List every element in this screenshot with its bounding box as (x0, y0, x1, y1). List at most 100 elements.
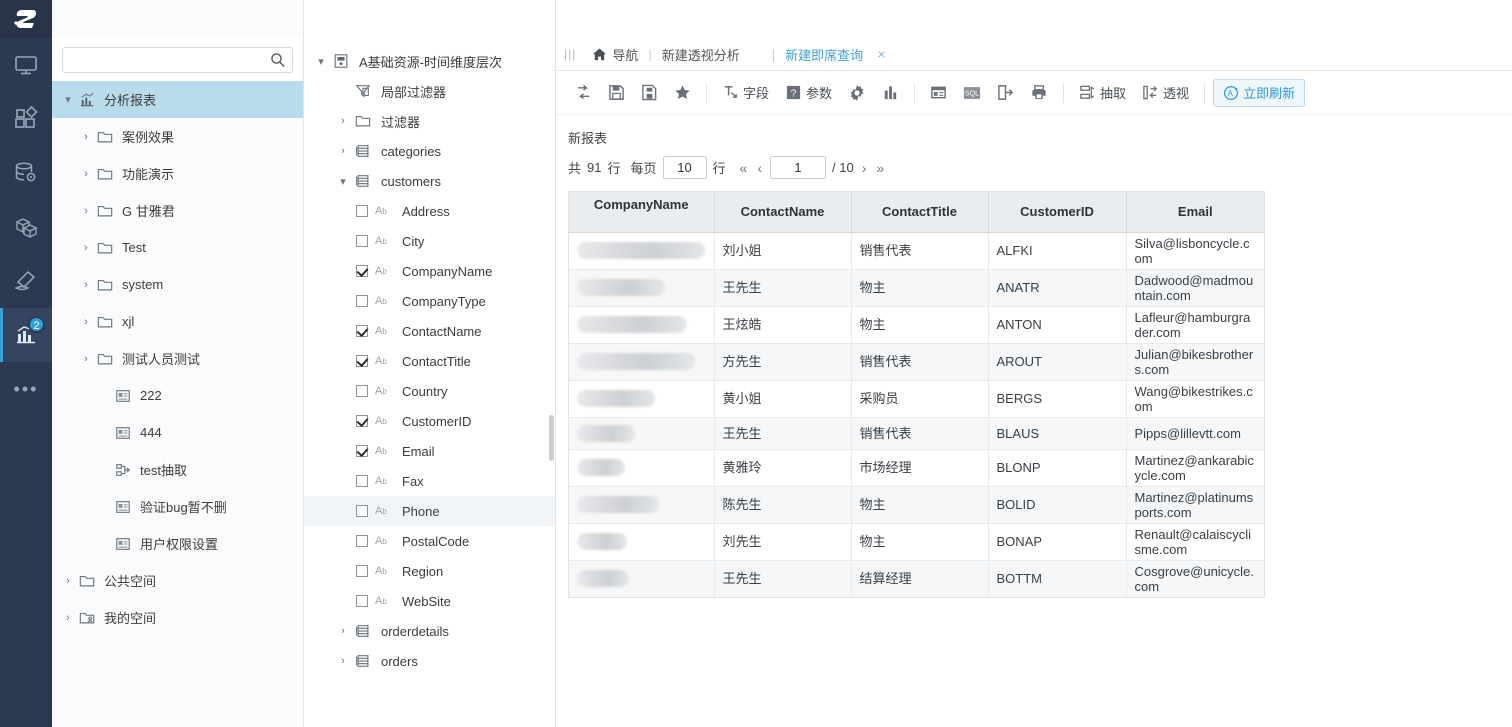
field-item-11[interactable]: Ab Country (304, 376, 555, 406)
breadcrumb-home[interactable]: 导航 (584, 45, 646, 64)
table-col-header-CompanyName[interactable]: CompanyName (569, 192, 715, 233)
rail-item-model[interactable] (0, 200, 52, 254)
sidebar-item-2[interactable]: › 功能演示 (52, 155, 303, 192)
sidebar-item-9[interactable]: 444 (52, 414, 303, 451)
panel-toggle-handle-icon[interactable]: ||| (562, 47, 584, 61)
sidebar-item-1[interactable]: › 案例效果 (52, 118, 303, 155)
field-item-7[interactable]: Ab CompanyName (304, 256, 555, 286)
sidebar-item-8[interactable]: 222 (52, 377, 303, 414)
field-checkbox[interactable] (356, 205, 368, 217)
layout-button[interactable] (923, 78, 954, 108)
sidebar-item-0[interactable]: ▾ 分析报表 (52, 81, 303, 118)
rail-item-data[interactable] (0, 146, 52, 200)
table-row[interactable]: 陈先生 物主 BOLID Martinez@platinumsports.com (569, 486, 1264, 524)
breadcrumb-item-adhoc[interactable]: 新建即席查询 (777, 45, 871, 64)
field-item-8[interactable]: Ab CompanyType (304, 286, 555, 316)
refresh-now-button[interactable]: A 立即刷新 (1213, 78, 1306, 107)
sql-button[interactable]: SQL (956, 78, 988, 108)
field-checkbox[interactable] (356, 415, 368, 427)
table-row[interactable]: 王先生 结算经理 BOTTM Cosgrove@unicycle.com (569, 560, 1264, 597)
print-button[interactable] (1023, 78, 1055, 108)
app-logo[interactable] (0, 0, 52, 38)
sidebar-item-6[interactable]: › xjl (52, 303, 303, 340)
field-checkbox[interactable] (356, 385, 368, 397)
field-item-19[interactable]: › orderdetails (304, 616, 555, 646)
sidebar-item-10[interactable]: test抽取 (52, 451, 303, 488)
field-item-13[interactable]: Ab Email (304, 436, 555, 466)
per-page-input[interactable] (662, 156, 707, 179)
save-button[interactable] (601, 78, 632, 108)
chevron-right-icon[interactable]: › (334, 625, 352, 637)
field-item-0[interactable]: ▾ A基础资源-时间维度层次 (304, 46, 555, 76)
field-checkbox[interactable] (356, 535, 368, 547)
chevron-right-icon[interactable]: › (60, 575, 76, 587)
chevron-right-icon[interactable]: › (334, 115, 352, 127)
table-row[interactable]: 王先生 物主 ANATR Dadwood@madmountain.com (569, 269, 1264, 307)
chevron-right-icon[interactable]: › (334, 655, 352, 667)
field-item-20[interactable]: › orders (304, 646, 555, 676)
chevron-right-icon[interactable]: › (334, 145, 352, 157)
rail-item-more[interactable]: ••• (0, 362, 52, 416)
table-row[interactable]: 黄小姐 采购员 BERGS Wang@bikestrikes.com (569, 380, 1264, 418)
rail-item-analysis[interactable]: 2 (0, 308, 52, 362)
chevron-right-icon[interactable]: › (78, 131, 94, 143)
field-item-17[interactable]: Ab Region (304, 556, 555, 586)
field-checkbox[interactable] (356, 475, 368, 487)
chevron-right-icon[interactable]: › (78, 353, 94, 365)
field-checkbox[interactable] (356, 595, 368, 607)
field-item-18[interactable]: Ab WebSite (304, 586, 555, 616)
page-number-input[interactable] (770, 156, 826, 179)
favorite-button[interactable] (667, 78, 698, 108)
chevron-right-icon[interactable]: › (78, 316, 94, 328)
pivot-button[interactable]: 透视 (1135, 78, 1196, 108)
breadcrumb-item-pivot[interactable]: 新建透视分析 (654, 45, 748, 64)
table-row[interactable]: 方先生 销售代表 AROUT Julian@bikesbrothers.com (569, 343, 1264, 381)
field-item-3[interactable]: › categories (304, 136, 555, 166)
field-item-4[interactable]: ▾ customers (304, 166, 555, 196)
last-page-button[interactable]: » (874, 160, 886, 176)
chevron-right-icon[interactable]: › (78, 205, 94, 217)
table-row[interactable]: 王炫皓 物主 ANTON Lafleur@hamburgrader.com (569, 306, 1264, 344)
field-checkbox[interactable] (356, 565, 368, 577)
chevron-down-icon[interactable]: ▾ (312, 55, 330, 68)
chevron-down-icon[interactable]: ▾ (60, 93, 76, 106)
field-checkbox[interactable] (356, 295, 368, 307)
field-checkbox[interactable] (356, 325, 368, 337)
sidebar-item-12[interactable]: 用户权限设置 (52, 525, 303, 562)
field-checkbox[interactable] (356, 505, 368, 517)
rail-item-apps[interactable] (0, 92, 52, 146)
sidebar-item-5[interactable]: › system (52, 266, 303, 303)
chevron-right-icon[interactable]: › (78, 242, 94, 254)
field-item-16[interactable]: Ab PostalCode (304, 526, 555, 556)
rail-item-monitor[interactable] (0, 38, 52, 92)
sidebar-item-7[interactable]: › 测试人员测试 (52, 340, 303, 377)
search-input[interactable] (63, 48, 292, 72)
field-checkbox[interactable] (356, 445, 368, 457)
field-button[interactable]: 字段 (715, 78, 776, 108)
chevron-right-icon[interactable]: › (78, 168, 94, 180)
sidebar-item-11[interactable]: 验证bug暂不删 (52, 488, 303, 525)
field-item-14[interactable]: Ab Fax (304, 466, 555, 496)
sidebar-item-3[interactable]: › G 甘雅君 (52, 192, 303, 229)
table-row[interactable]: 刘先生 物主 BONAP Renault@calaiscyclisme.com (569, 523, 1264, 561)
parameter-button[interactable]: ? 参数 (778, 78, 839, 108)
chevron-right-icon[interactable]: › (60, 612, 76, 624)
reset-button[interactable] (568, 78, 599, 108)
search-box[interactable] (62, 47, 293, 73)
table-col-header-ContactTitle[interactable]: ContactTitle (851, 192, 989, 233)
export-button[interactable] (990, 78, 1021, 108)
table-col-header-CustomerID[interactable]: CustomerID (988, 192, 1127, 233)
settings-button[interactable] (841, 78, 873, 108)
rail-item-tools[interactable] (0, 254, 52, 308)
field-checkbox[interactable] (356, 235, 368, 247)
table-row[interactable]: 黄雅玲 市场经理 BLONP Martinez@ankarabicycle.com (569, 449, 1264, 487)
field-item-5[interactable]: Ab Address (304, 196, 555, 226)
field-item-9[interactable]: Ab ContactName (304, 316, 555, 346)
chevron-right-icon[interactable]: › (78, 279, 94, 291)
field-item-6[interactable]: Ab City (304, 226, 555, 256)
field-panel-scrollbar[interactable] (549, 415, 554, 461)
field-item-15[interactable]: Ab Phone (304, 496, 555, 526)
sidebar-item-13[interactable]: › 公共空间 (52, 562, 303, 599)
first-page-button[interactable]: « (738, 160, 750, 176)
save-as-button[interactable] (634, 78, 665, 108)
